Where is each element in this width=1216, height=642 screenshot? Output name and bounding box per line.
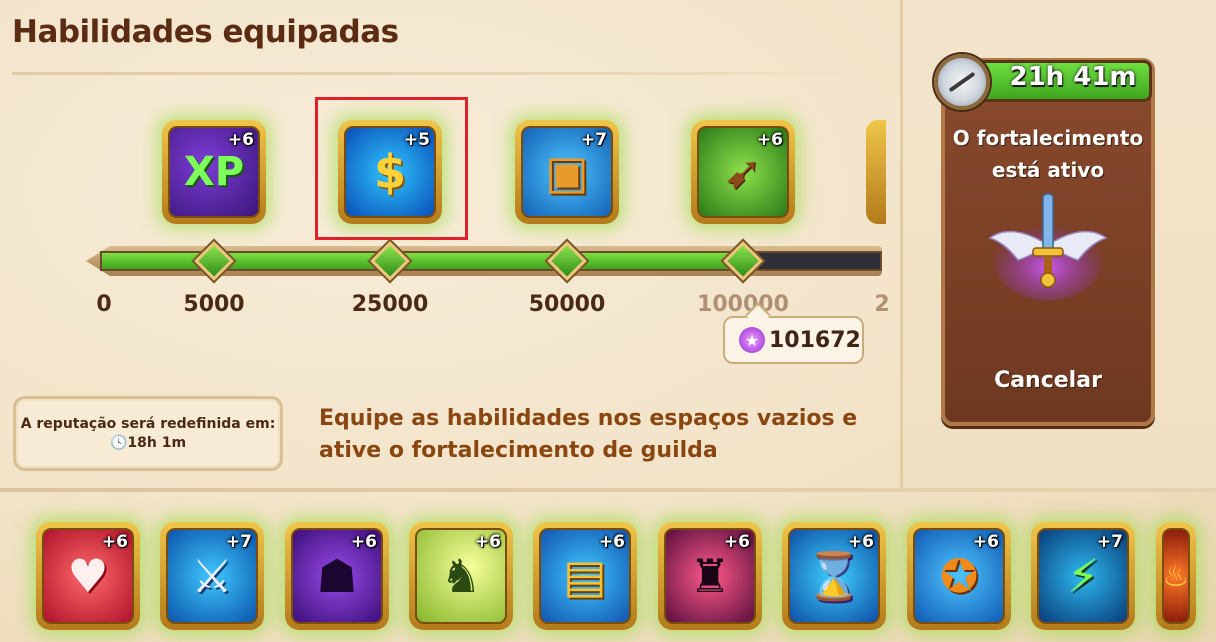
- available-skill-4[interactable]: ♞ +6: [409, 522, 513, 630]
- equipped-skill-slot-3[interactable]: ▣ +7: [515, 120, 619, 224]
- equipped-skill-slot-4[interactable]: ➹ +6: [691, 120, 795, 224]
- skill-bonus-badge: +6: [972, 532, 999, 552]
- skill-bonus-badge: +7: [580, 130, 607, 150]
- available-skill-7[interactable]: ⌛ +6: [782, 522, 886, 630]
- selected-skill-highlight: [315, 97, 468, 240]
- available-skill-1[interactable]: ♥ +6: [36, 522, 140, 630]
- skill-bonus-badge: +6: [227, 130, 254, 150]
- boost-status: O fortalecimento está ativo: [952, 126, 1144, 182]
- available-skill-9[interactable]: ⚡ +7: [1031, 522, 1135, 630]
- title-divider: [12, 72, 854, 75]
- skill-bonus-badge: +6: [756, 130, 783, 150]
- reset-label: A reputação será redefinida em:: [20, 416, 276, 432]
- available-skill-3[interactable]: ☗ +6: [285, 522, 389, 630]
- available-skill-2[interactable]: ⚔ +7: [160, 522, 264, 630]
- available-skill-10[interactable]: ♨: [1156, 522, 1196, 630]
- milestone-label: 25000: [351, 292, 429, 317]
- available-skill-6[interactable]: ♜ +6: [658, 522, 762, 630]
- skill-bonus-badge: +7: [1096, 532, 1123, 552]
- current-reputation-bubble: ★ 101672: [723, 316, 864, 364]
- boost-timer: 21h 41m: [1009, 62, 1137, 92]
- skill-bonus-badge: +6: [101, 532, 128, 552]
- equipped-skill-slot-5-partial[interactable]: [866, 120, 886, 224]
- reputation-reset-panel: A reputação será redefinida em: 🕓18h 1m: [13, 396, 283, 471]
- skill-bonus-badge: +7: [225, 532, 252, 552]
- skill-bonus-badge: +6: [350, 532, 377, 552]
- skill-bonus-badge: +6: [598, 532, 625, 552]
- available-skill-8[interactable]: ✪ +6: [907, 522, 1011, 630]
- milestone-label: 50000: [528, 292, 606, 317]
- milestone-label: 2: [874, 292, 890, 317]
- reset-time: 🕓18h 1m: [109, 435, 187, 451]
- stopwatch-icon: [934, 54, 990, 110]
- equipped-skill-slot-1[interactable]: XP +6: [162, 120, 266, 224]
- milestone-label: 0: [96, 292, 112, 317]
- reputation-star-icon: ★: [739, 327, 765, 353]
- skill-bonus-badge: +6: [474, 532, 501, 552]
- skill-bonus-badge: +5: [403, 130, 430, 150]
- skill-bonus-badge: +6: [847, 532, 874, 552]
- current-reputation-value: 101672: [769, 327, 861, 353]
- winged-sword-emblem-icon: [988, 193, 1108, 300]
- fire-skill-icon: ♨: [1162, 558, 1190, 594]
- milestone-label: 100000: [697, 292, 789, 317]
- page-title: Habilidades equipadas: [12, 14, 399, 50]
- skill-bonus-badge: +6: [723, 532, 750, 552]
- cancel-boost-button[interactable]: Cancelar: [945, 368, 1151, 393]
- available-skill-5[interactable]: ▤ +6: [533, 522, 637, 630]
- equip-hint: Equipe as habilidades nos espaços vazios…: [319, 406, 858, 463]
- section-divider: [0, 488, 1216, 492]
- milestone-label: 5000: [183, 292, 245, 317]
